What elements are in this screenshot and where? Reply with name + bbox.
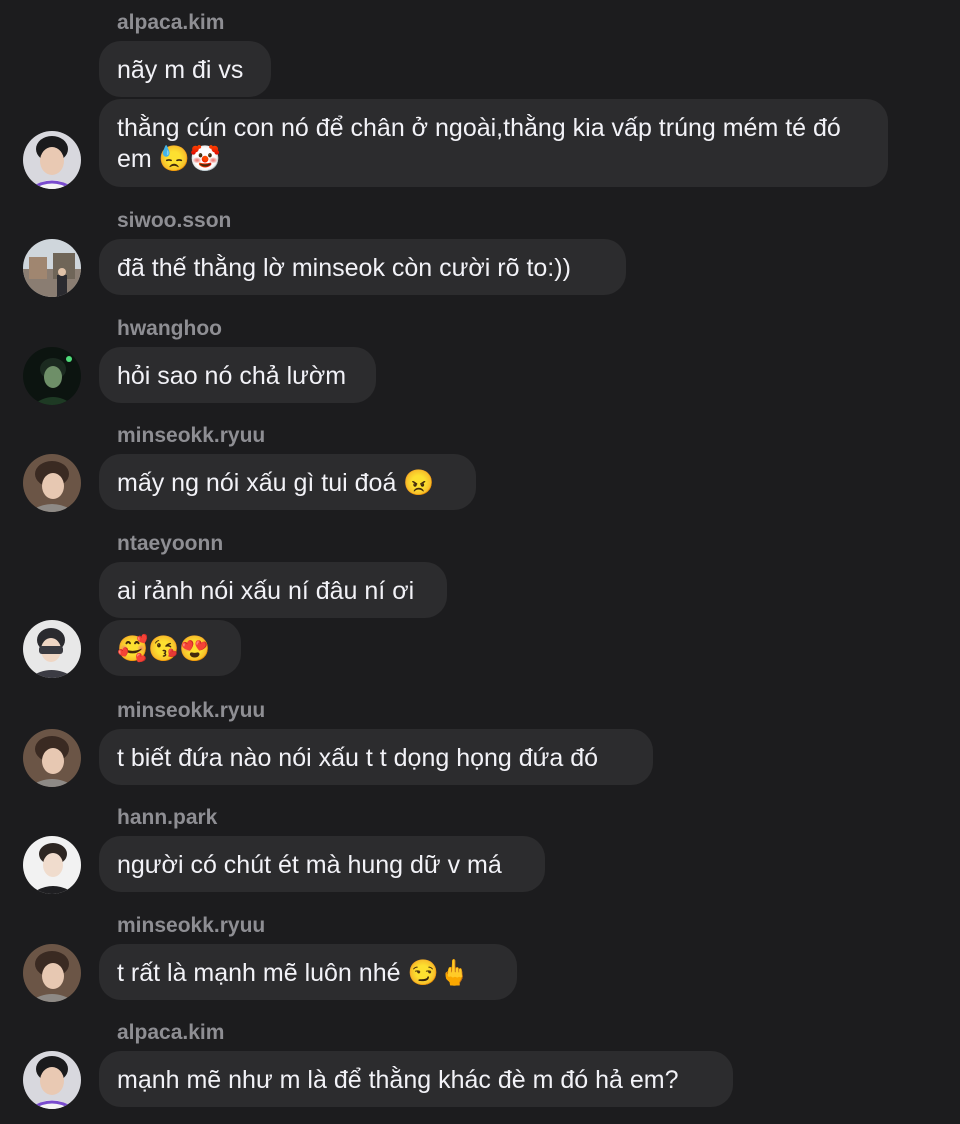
sender-name: hwanghoo bbox=[117, 317, 222, 340]
message-bubble[interactable]: mạnh mẽ như m là để thằng khác đè m đó h… bbox=[99, 1051, 733, 1107]
sender-name: minseokk.ryuu bbox=[117, 424, 266, 447]
message-thread: alpaca.kim nãy m đi vs thằng cún con nó … bbox=[0, 0, 960, 1124]
avatar[interactable] bbox=[23, 239, 81, 297]
message-bubble[interactable]: hỏi sao nó chả lườm bbox=[99, 347, 376, 403]
message-bubble[interactable]: người có chút ét mà hung dữ v má bbox=[99, 836, 545, 892]
avatar[interactable] bbox=[23, 836, 81, 894]
avatar[interactable] bbox=[23, 454, 81, 512]
message-bubble[interactable]: ai rảnh nói xấu ní đâu ní ơi bbox=[99, 562, 447, 618]
sender-name: alpaca.kim bbox=[117, 11, 225, 34]
sender-name: siwoo.sson bbox=[117, 209, 232, 232]
emoji-message-bubble[interactable]: 🥰😘😍 bbox=[99, 620, 241, 676]
avatar[interactable] bbox=[23, 620, 81, 678]
sender-name: alpaca.kim bbox=[117, 1021, 225, 1044]
message-bubble[interactable]: t rất là mạnh mẽ luôn nhé 😏🖕 bbox=[99, 944, 517, 1000]
message-bubble[interactable]: nãy m đi vs bbox=[99, 41, 271, 97]
message-bubble[interactable]: mấy ng nói xấu gì tui đoá 😠 bbox=[99, 454, 476, 510]
avatar[interactable] bbox=[23, 131, 81, 189]
sender-name: minseokk.ryuu bbox=[117, 914, 266, 937]
message-bubble[interactable]: thằng cún con nó để chân ở ngoài,thằng k… bbox=[99, 99, 888, 187]
avatar[interactable] bbox=[23, 944, 81, 1002]
sender-name: minseokk.ryuu bbox=[117, 699, 266, 722]
avatar[interactable] bbox=[23, 729, 81, 787]
sender-name: hann.park bbox=[117, 806, 218, 829]
message-bubble[interactable]: đã thế thằng lờ minseok còn cười rõ to:)… bbox=[99, 239, 626, 295]
sender-name: ntaeyoonn bbox=[117, 532, 224, 555]
avatar[interactable] bbox=[23, 347, 81, 405]
message-bubble[interactable]: t biết đứa nào nói xấu t t dọng họng đứa… bbox=[99, 729, 653, 785]
avatar[interactable] bbox=[23, 1051, 81, 1109]
